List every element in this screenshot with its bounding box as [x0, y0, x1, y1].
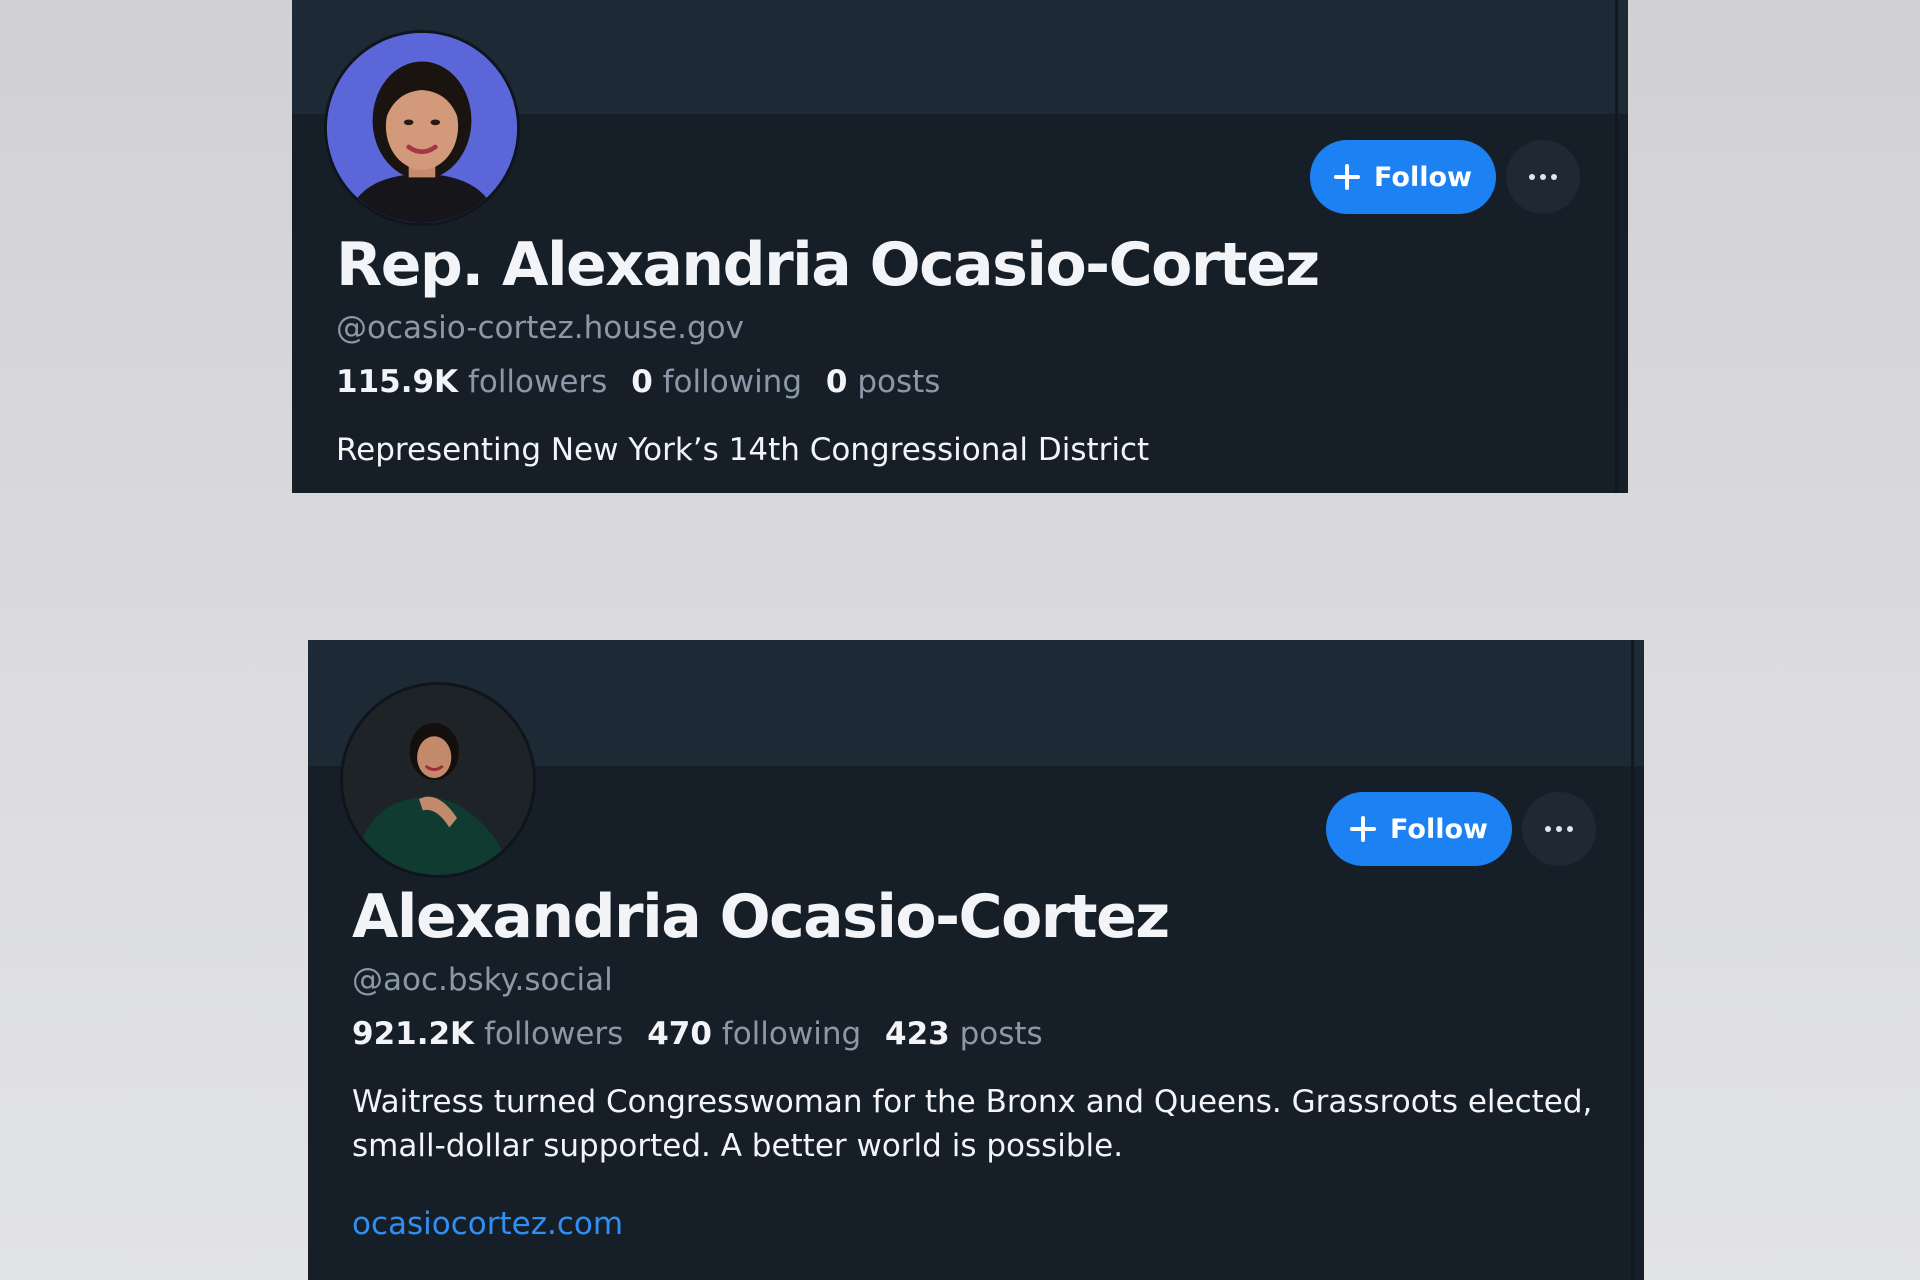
follow-label: Follow: [1374, 161, 1472, 193]
profile-bio: Representing New York’s 14th Congression…: [336, 432, 1150, 468]
profile-stats: 115.9K followers 0 following 0 posts: [336, 364, 954, 400]
avatar[interactable]: [340, 682, 536, 878]
display-name: Rep. Alexandria Ocasio-Cortez: [336, 230, 1320, 300]
avatar-portrait-image: [327, 33, 517, 223]
avatar-portrait-image: [343, 685, 533, 875]
following-label: following: [662, 364, 803, 400]
more-options-button[interactable]: [1506, 140, 1580, 214]
followers-count: 115.9K: [336, 364, 459, 400]
posts-stat: 0 posts: [826, 364, 941, 400]
followers-stat[interactable]: 115.9K followers: [336, 364, 607, 400]
profile-bio: Waitress turned Congresswoman for the Br…: [352, 1084, 1593, 1164]
profile-handle: @ocasio-cortez.house.gov: [336, 310, 744, 346]
following-count: 470: [647, 1016, 712, 1052]
follow-button[interactable]: Follow: [1326, 792, 1512, 866]
ellipsis-icon: [1545, 826, 1573, 832]
posts-count: 0: [825, 364, 848, 400]
followers-label: followers: [483, 1016, 624, 1052]
followers-label: followers: [467, 364, 608, 400]
following-stat[interactable]: 0 following: [631, 364, 802, 400]
posts-label: posts: [857, 364, 941, 400]
following-stat[interactable]: 470 following: [647, 1016, 861, 1052]
display-name: Alexandria Ocasio-Cortez: [352, 882, 1170, 952]
following-label: following: [721, 1016, 862, 1052]
profile-stats: 921.2K followers 470 following 423 posts: [352, 1016, 1057, 1052]
website-link[interactable]: ocasiocortez.com: [352, 1206, 623, 1242]
plus-icon: [1334, 164, 1361, 190]
avatar[interactable]: [324, 30, 520, 226]
posts-stat: 423 posts: [885, 1016, 1043, 1052]
following-count: 0: [631, 364, 653, 400]
posts-label: posts: [959, 1016, 1043, 1052]
followers-stat[interactable]: 921.2K followers: [352, 1016, 623, 1052]
profile-card: Follow Rep. Alexandria Ocasio-Cortez @oc…: [292, 0, 1628, 493]
more-options-button[interactable]: [1522, 792, 1596, 866]
posts-count: 423: [885, 1016, 950, 1052]
followers-count: 921.2K: [352, 1016, 475, 1052]
ellipsis-icon: [1529, 174, 1557, 180]
follow-button[interactable]: Follow: [1310, 140, 1496, 214]
profile-card: Follow Alexandria Ocasio-Cortez @aoc.bsk…: [308, 640, 1644, 1280]
profile-handle: @aoc.bsky.social: [352, 962, 613, 998]
follow-label: Follow: [1390, 813, 1488, 845]
plus-icon: [1350, 816, 1377, 842]
